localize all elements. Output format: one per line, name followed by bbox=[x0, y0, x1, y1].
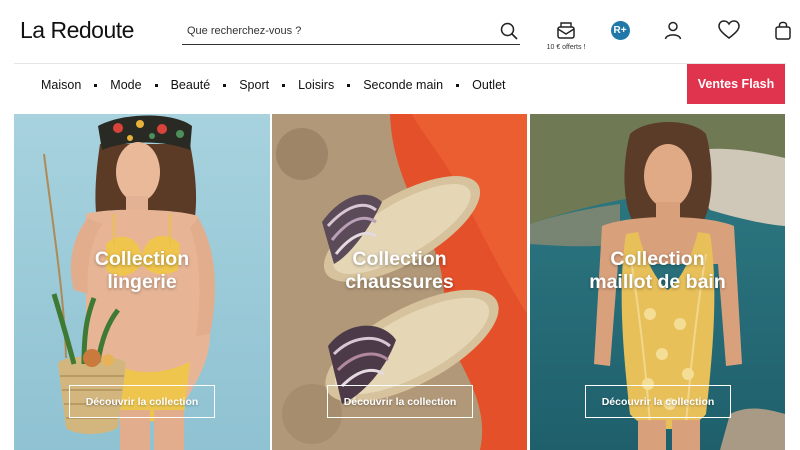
ventes-flash-button[interactable]: Ventes Flash bbox=[687, 64, 785, 104]
collection-card-maillot[interactable]: Collection maillot de bain Découvrir la … bbox=[530, 114, 785, 450]
site-header: La Redoute 10 € offerts ! R+ bbox=[0, 0, 800, 63]
discover-button-chaussures[interactable]: Découvrir la collection bbox=[327, 385, 473, 418]
wishlist-heart-icon[interactable] bbox=[716, 17, 742, 43]
nav-item-mode[interactable]: Mode bbox=[110, 78, 141, 92]
cart-bag-icon[interactable] bbox=[770, 17, 796, 43]
nav-item-sport[interactable]: Sport bbox=[239, 78, 269, 92]
nav-separator bbox=[223, 83, 227, 87]
card-title-chaussures: Collection chaussures bbox=[345, 248, 454, 293]
offers-label[interactable]: 10 € offerts ! bbox=[536, 44, 596, 51]
rplus-badge: R+ bbox=[610, 20, 630, 40]
nav-item-loisirs[interactable]: Loisirs bbox=[298, 78, 334, 92]
nav-separator bbox=[282, 83, 286, 87]
rplus-icon[interactable]: R+ bbox=[607, 17, 633, 43]
nav-separator bbox=[94, 83, 98, 87]
collection-card-lingerie[interactable]: Collection lingerie Découvrir la collect… bbox=[14, 114, 270, 450]
main-nav: Maison Mode Beauté Sport Loisirs Seconde… bbox=[0, 64, 800, 108]
nav-item-outlet[interactable]: Outlet bbox=[472, 78, 505, 92]
nav-item-maison[interactable]: Maison bbox=[41, 78, 81, 92]
nav-separator bbox=[456, 83, 460, 87]
collection-card-chaussures[interactable]: Collection chaussures Découvrir la colle… bbox=[272, 114, 527, 450]
search-icon[interactable] bbox=[498, 20, 520, 42]
nav-item-beaute[interactable]: Beauté bbox=[171, 78, 211, 92]
site-logo[interactable]: La Redoute bbox=[20, 17, 134, 44]
nav-separator bbox=[347, 83, 351, 87]
nav-list: Maison Mode Beauté Sport Loisirs Seconde… bbox=[41, 78, 506, 92]
nav-item-seconde-main[interactable]: Seconde main bbox=[363, 78, 443, 92]
offers-mail-icon[interactable] bbox=[553, 17, 579, 43]
discover-button-lingerie[interactable]: Découvrir la collection bbox=[69, 385, 215, 418]
search-bar bbox=[182, 18, 520, 45]
card-title-lingerie: Collection lingerie bbox=[94, 248, 190, 293]
card-title-maillot: Collection maillot de bain bbox=[589, 248, 726, 293]
discover-button-maillot[interactable]: Découvrir la collection bbox=[585, 385, 731, 418]
account-icon[interactable] bbox=[660, 17, 686, 43]
search-input[interactable] bbox=[182, 25, 498, 37]
nav-separator bbox=[154, 83, 158, 87]
